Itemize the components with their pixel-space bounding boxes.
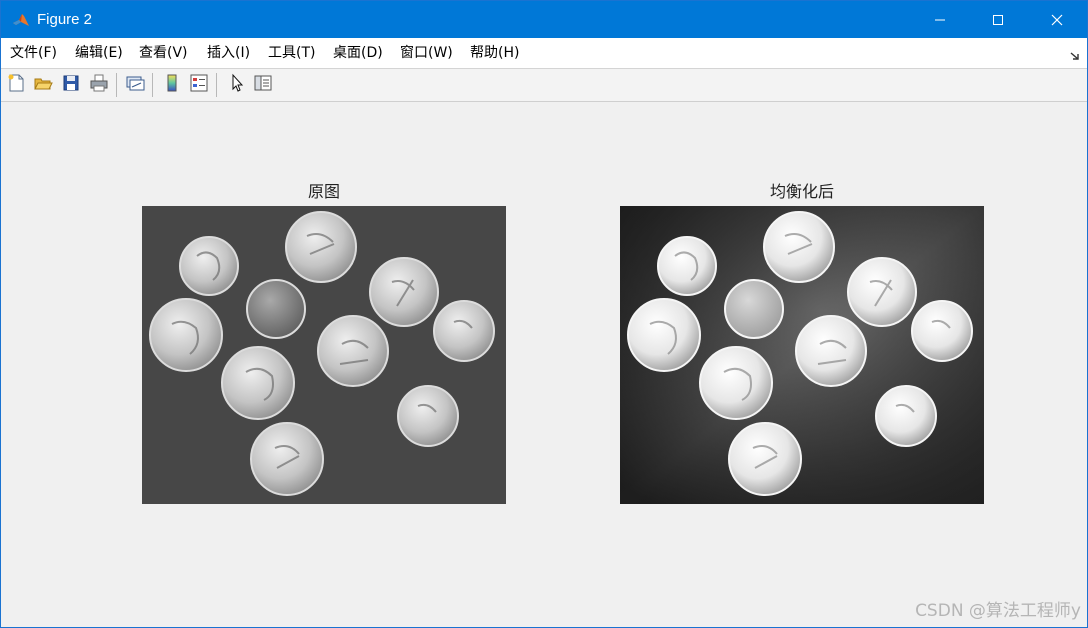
- menu-window[interactable]: 窗口(W): [400, 44, 453, 62]
- maximize-button[interactable]: [969, 1, 1027, 38]
- toolbar-separator: [152, 73, 153, 97]
- open-file-button[interactable]: [31, 73, 55, 97]
- toolbar-separator: [116, 73, 117, 97]
- edit-plot-button[interactable]: [225, 73, 249, 97]
- toolbar-separator: [216, 73, 217, 97]
- menu-insert[interactable]: 插入(I): [207, 44, 250, 62]
- new-figure-button[interactable]: [4, 73, 28, 97]
- menu-edit[interactable]: 编辑(E): [75, 44, 123, 62]
- edit-plot-arrow-icon: [227, 73, 247, 97]
- minimize-icon: [934, 14, 946, 26]
- watermark: CSDN @算法工程师y: [915, 601, 1081, 621]
- figure-window: Figure 2 文件(F) 编辑(E) 查看(V) 插入(I) 工具(T) 桌…: [0, 0, 1088, 628]
- axes-title-original: 原图: [307, 182, 340, 201]
- print-button[interactable]: [87, 73, 111, 97]
- figure-toolbar: [1, 69, 1087, 102]
- property-inspector-button[interactable]: [251, 73, 275, 97]
- matlab-logo-icon: [11, 10, 31, 30]
- link-plot-button[interactable]: [123, 73, 147, 97]
- menu-tools[interactable]: 工具(T): [268, 44, 315, 62]
- open-file-icon: [33, 73, 53, 97]
- colorbar-button[interactable]: [160, 73, 184, 97]
- window-title: Figure 2: [37, 11, 93, 28]
- menu-desktop[interactable]: 桌面(D): [333, 44, 383, 62]
- maximize-icon: [992, 14, 1004, 26]
- menu-help[interactable]: 帮助(H): [470, 44, 519, 62]
- save-button[interactable]: [59, 73, 83, 97]
- legend-icon: [189, 73, 209, 97]
- axes-title-equalized: 均衡化后: [769, 182, 834, 201]
- menu-view[interactable]: 查看(V): [139, 44, 188, 62]
- title-bar[interactable]: Figure 2: [1, 1, 1087, 38]
- legend-button[interactable]: [187, 73, 211, 97]
- close-button[interactable]: [1028, 1, 1086, 38]
- link-plot-icon: [125, 73, 145, 97]
- colorbar-icon: [162, 73, 182, 97]
- original-image: [142, 206, 506, 504]
- close-icon: [1051, 14, 1063, 26]
- print-icon: [89, 73, 109, 97]
- minimize-button[interactable]: [911, 1, 969, 38]
- property-inspector-icon: [253, 73, 273, 97]
- dock-figure-icon[interactable]: [1069, 47, 1081, 60]
- menu-bar: 文件(F) 编辑(E) 查看(V) 插入(I) 工具(T) 桌面(D) 窗口(W…: [1, 38, 1087, 69]
- equalized-image: [620, 206, 984, 504]
- menu-file[interactable]: 文件(F): [10, 44, 57, 62]
- new-figure-icon: [6, 73, 26, 97]
- save-icon: [61, 73, 81, 97]
